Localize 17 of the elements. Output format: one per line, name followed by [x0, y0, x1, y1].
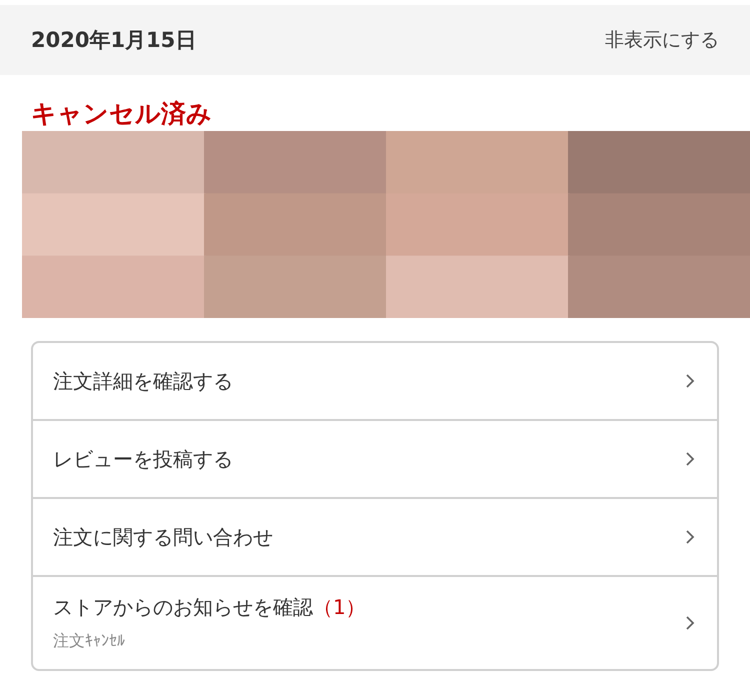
order-date: 2020年1月15日 — [31, 27, 196, 54]
hide-link[interactable]: 非表示にする — [605, 27, 719, 53]
chevron-icon — [685, 615, 695, 631]
menu-item[interactable]: レビューを投稿する — [33, 419, 717, 497]
chevron-icon — [685, 373, 695, 389]
menu-label: 注文に関する問い合わせ — [53, 524, 273, 550]
menu-item[interactable]: ストアからのお知らせを確認（1） 注文ｷｬﾝｾﾙ — [33, 575, 717, 669]
chevron-icon — [685, 451, 695, 467]
menu-label: 注文詳細を確認する — [53, 368, 233, 394]
menu-label: レビューを投稿する — [53, 446, 233, 472]
chevron-icon — [685, 529, 695, 545]
menu-item[interactable]: 注文詳細を確認する — [33, 343, 717, 419]
notice-count: （1） — [313, 594, 366, 621]
menu-label: ストアからのお知らせを確認 — [53, 594, 313, 621]
order-status: キャンセル済み — [31, 99, 213, 129]
menu-item[interactable]: 注文に関する問い合わせ — [33, 497, 717, 575]
menu-subtitle: 注文ｷｬﾝｾﾙ — [53, 631, 126, 652]
